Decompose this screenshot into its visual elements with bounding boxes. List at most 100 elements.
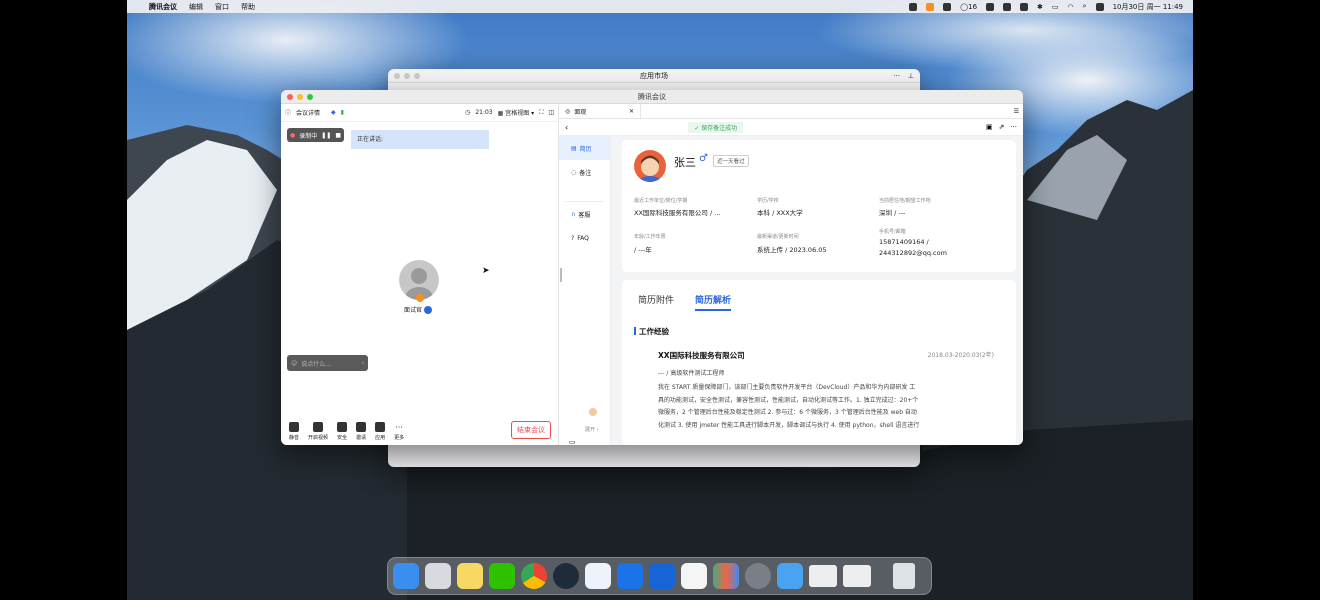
- tab-attachment[interactable]: 简历附件: [638, 293, 674, 306]
- tab-parsed[interactable]: 简历解析: [695, 293, 732, 311]
- notes-app-icon[interactable]: [457, 563, 483, 589]
- security-button[interactable]: 安全: [337, 422, 347, 441]
- panel-splitter[interactable]: [560, 268, 562, 282]
- job-description: 我在 START 质量保障部门，该部门主要负责软件开发平台（DevCloud）产…: [658, 382, 998, 432]
- settings-icon[interactable]: [1020, 2, 1029, 11]
- bluetooth-icon[interactable]: ✱: [1037, 3, 1043, 11]
- expand-link[interactable]: 展开 ›: [585, 426, 599, 433]
- chat-status-icon[interactable]: ◯16: [960, 3, 977, 11]
- more-button[interactable]: ··· 更多: [394, 423, 404, 441]
- age-value: / ---年: [634, 246, 652, 254]
- meeting-panel: ⓘ 会议详情 ◆ ▮ ◷ 21:03 ▦ 宫格视图 ▾ ⛶ ◫ ● 录制中 ❚❚…: [281, 104, 559, 445]
- open-external-icon[interactable]: ⇗: [998, 123, 1004, 131]
- desc-line: 我在 START 质量保障部门，该部门主要负责软件开发平台（DevCloud）产…: [658, 384, 916, 391]
- apps-button[interactable]: 应用: [375, 422, 385, 441]
- candidate-avatar: [634, 150, 666, 182]
- sidebar-item-notes[interactable]: ◌ 备注: [559, 160, 610, 184]
- sidebar-toggle-icon[interactable]: ◫: [548, 109, 554, 116]
- speaking-banner: 正在讲话:: [351, 130, 489, 149]
- stop-icon[interactable]: ■: [335, 132, 341, 139]
- microphone-button-icon: [289, 422, 299, 432]
- sidebar-item-resume[interactable]: ▤ 简历: [559, 136, 610, 160]
- meeting-details-button[interactable]: 会议详情: [296, 108, 320, 117]
- meeting-thumb2-icon[interactable]: [843, 565, 871, 587]
- pin-icon[interactable]: ⊥: [908, 72, 914, 80]
- security-shield-icon[interactable]: ◆: [331, 109, 336, 116]
- shield-icon[interactable]: [986, 2, 995, 11]
- clock-text[interactable]: 10月30日 周一 11:49: [1113, 2, 1183, 12]
- notes-icon: ◌: [571, 168, 577, 176]
- weather-icon[interactable]: [777, 563, 803, 589]
- sidebar-item-service[interactable]: ∩ 客服: [559, 202, 610, 226]
- pause-icon[interactable]: ❚❚: [321, 132, 331, 139]
- save-toast: ✓ 保存备注成功: [688, 121, 744, 133]
- meeting-timer: 21:03: [475, 109, 493, 116]
- lark-icon[interactable]: [649, 563, 675, 589]
- back-icon[interactable]: ‹: [565, 123, 568, 132]
- screen-icon[interactable]: ▣: [986, 123, 993, 131]
- menu-app-name[interactable]: 腾讯会议: [149, 2, 177, 12]
- info-icon[interactable]: ⓘ: [285, 108, 291, 117]
- channel-value: 系统上传 / 2023.06.05: [757, 246, 827, 254]
- menu-icon[interactable]: ☰: [1014, 108, 1023, 115]
- invite-button[interactable]: 邀请: [356, 422, 366, 441]
- more-dots-icon: ···: [395, 423, 403, 432]
- invite-icon: [356, 422, 367, 432]
- battery-icon[interactable]: ▭: [1052, 3, 1059, 11]
- email-value: 244312892@qq.com: [879, 249, 947, 257]
- search-icon[interactable]: ⌕: [1083, 2, 1087, 11]
- video-button[interactable]: 开启视频: [308, 422, 328, 441]
- tab-interview[interactable]: ◎ 面观 ✕: [559, 103, 641, 119]
- bottom-toolbar: 静音 开启视频 安全 邀请 应用 ··· 更多 结束会议: [281, 413, 559, 445]
- record-status-icon[interactable]: [909, 2, 918, 11]
- desc-line: 具的功能测试，安全性测试，兼容性测试，性能测试，自动化测试等工作。1. 独立完成…: [658, 396, 919, 404]
- books-icon[interactable]: [713, 563, 739, 589]
- finder-icon[interactable]: [393, 563, 419, 589]
- gender-icon: ♂: [699, 153, 708, 164]
- mute-button[interactable]: 静音: [289, 422, 299, 441]
- sidebar-item-faq[interactable]: ? FAQ: [559, 226, 610, 250]
- quicktime-icon[interactable]: [553, 563, 579, 589]
- chrome-icon[interactable]: [521, 563, 547, 589]
- end-meeting-button[interactable]: 结束会议: [511, 421, 551, 439]
- fullscreen-icon[interactable]: ⛶: [539, 109, 543, 117]
- signal-icon: ▮: [340, 109, 344, 116]
- trash-icon[interactable]: [893, 563, 915, 589]
- messages-icon[interactable]: [585, 563, 611, 589]
- edu-value: 本科 / XXX大学: [757, 209, 803, 217]
- collapse-chat-icon[interactable]: ‹: [362, 360, 364, 367]
- menu-window[interactable]: 窗口: [215, 2, 229, 12]
- launchpad-icon[interactable]: [425, 563, 451, 589]
- seen-badge: 近一天看过: [713, 155, 749, 167]
- meeting-icon[interactable]: [943, 2, 952, 11]
- wps-icon[interactable]: [681, 563, 707, 589]
- present-icon[interactable]: ▭: [569, 438, 576, 445]
- recording-indicator[interactable]: ● 录制中 ❚❚ ■: [287, 128, 344, 142]
- microphone-icon[interactable]: [926, 2, 935, 11]
- window-title: 腾讯会议: [638, 92, 666, 101]
- meeting-thumb-icon[interactable]: [809, 565, 837, 587]
- resume-icon: ▤: [571, 144, 577, 152]
- chat-input[interactable]: ☺ 说点什么... ‹: [287, 355, 368, 371]
- location-label: 当前居住地/期望工作地: [879, 198, 931, 204]
- emoji-icon[interactable]: ☺: [291, 360, 297, 367]
- menu-edit[interactable]: 编辑: [189, 2, 203, 12]
- mouse-cursor-icon: ➤: [482, 266, 490, 276]
- app-market-title: 应用市场: [640, 71, 668, 80]
- grid-view-button[interactable]: ▦ 宫格视图 ▾: [498, 108, 535, 117]
- resume-detail-card: 简历附件 简历解析 工作经验 XX国际科技服务有限公司 2018.03-2020…: [622, 280, 1016, 445]
- section-marker: [634, 327, 636, 335]
- edu-label: 学历/学校: [757, 198, 779, 204]
- wifi-icon[interactable]: ◠: [1068, 3, 1074, 11]
- system-settings-icon[interactable]: [745, 563, 771, 589]
- wechat-icon[interactable]: [1003, 2, 1012, 11]
- close-tab-icon[interactable]: ✕: [629, 108, 634, 115]
- control-center-icon[interactable]: [1095, 2, 1104, 11]
- feishu-icon[interactable]: [617, 563, 643, 589]
- work-value: XX国际科技服务有限公司 / ...: [634, 209, 721, 217]
- more-icon[interactable]: ···: [893, 72, 900, 80]
- menu-help[interactable]: 帮助: [241, 2, 255, 12]
- wechat-app-icon[interactable]: [489, 563, 515, 589]
- resume-sidebar: ▤ 简历 ◌ 备注 ∩ 客服 ? FAQ 展开 › ▭: [559, 136, 611, 445]
- more-options-icon[interactable]: ···: [1010, 123, 1017, 131]
